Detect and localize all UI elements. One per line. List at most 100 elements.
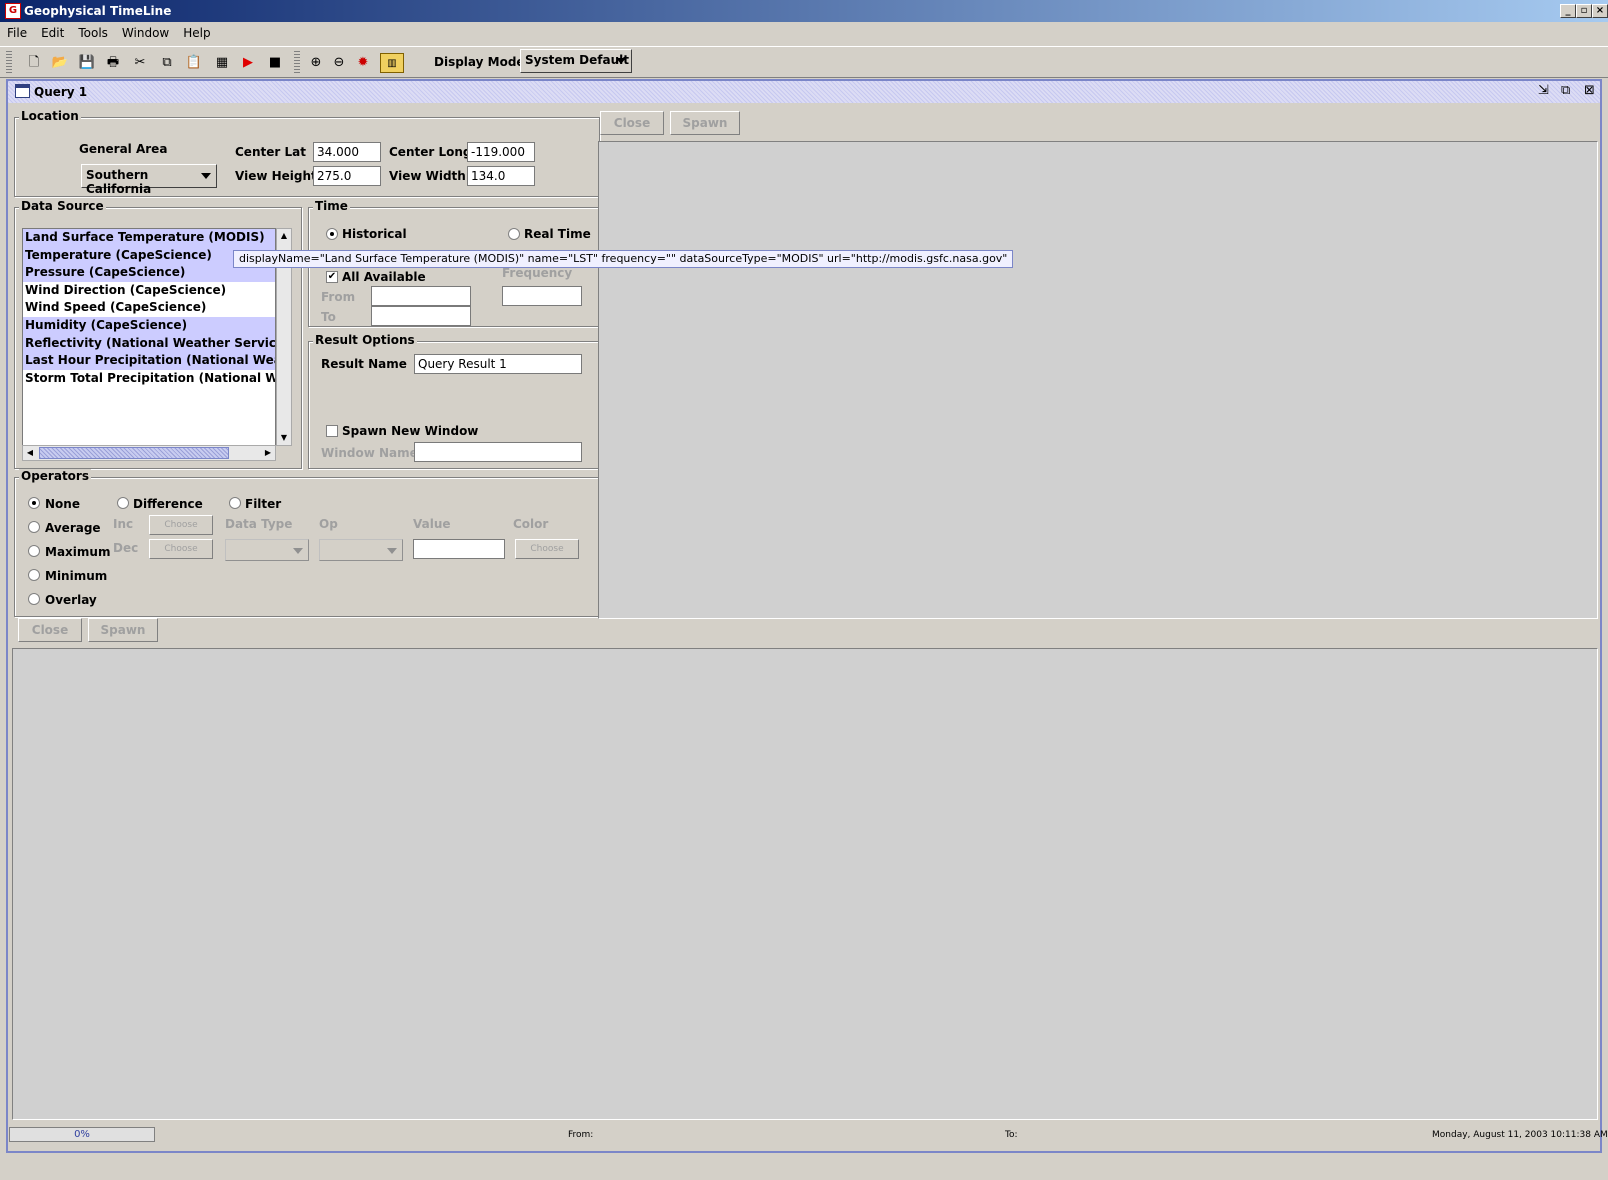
app-icon: G [5,3,21,19]
toolbar-grip-2[interactable] [294,51,300,75]
view-height-label: View Height [235,169,317,183]
zoom-out-icon[interactable]: ⊖ [329,53,349,73]
view-width-input[interactable]: 134.0 [467,166,535,186]
status-to-label: To: [1005,1130,1018,1140]
color-choose-button[interactable]: Choose [515,539,579,559]
location-legend: Location [19,109,81,123]
data-type-label: Data Type [225,517,293,531]
list-item[interactable]: Last Hour Precipitation (National Weathe… [23,352,275,370]
paste-icon[interactable]: 📋 [184,53,204,73]
table-icon[interactable]: ▦ [212,53,232,73]
average-radio[interactable] [28,521,40,533]
difference-radio[interactable] [117,497,129,509]
display-mode-value: System Default [525,53,629,67]
result-name-input[interactable]: Query Result 1 [414,354,582,374]
center-lat-input[interactable]: 34.000 [313,142,381,162]
menu-file[interactable]: File [0,24,34,40]
close-window-button[interactable]: × [1592,4,1608,18]
value-input[interactable] [413,539,505,559]
status-from-label: From: [568,1130,594,1140]
horizontal-scrollbar[interactable]: ◀ ▶ [22,445,276,461]
menu-help[interactable]: Help [176,24,217,40]
list-item[interactable]: Wind Direction (CapeScience) [23,282,275,300]
chevron-down-icon [201,173,211,179]
center-long-input[interactable]: -119.000 [467,142,535,162]
overlay-radio[interactable] [28,593,40,605]
menu-window[interactable]: Window [115,24,176,40]
open-icon[interactable]: 📂 [50,53,70,73]
all-available-checkbox[interactable]: ✔ [326,271,338,283]
stop-icon[interactable]: ■ [265,53,285,73]
list-item[interactable]: Reflectivity (National Weather Service) [23,334,275,353]
bottom-panel-close-button[interactable]: Close [18,618,82,642]
new-icon[interactable]: 🗋 [24,53,44,73]
close-frame-icon[interactable]: ⊠ [1584,84,1595,98]
op-select[interactable] [319,539,403,561]
scroll-left-icon[interactable]: ◀ [23,446,37,460]
general-area-value: Southern California [86,168,152,196]
list-item[interactable]: Wind Speed (CapeScience) [23,299,275,317]
minimize-button[interactable]: _ [1560,4,1576,18]
save-icon[interactable]: 💾 [77,53,97,73]
scroll-right-icon[interactable]: ▶ [261,446,275,460]
list-item[interactable]: Humidity (CapeScience) [23,316,275,335]
top-panel-spawn-button[interactable]: Spawn [670,111,740,135]
title-bar: G Geophysical TimeLine _ ▫ × [0,0,1608,22]
scroll-up-icon[interactable]: ▲ [277,229,291,243]
from-input[interactable] [371,286,471,306]
menu-tools[interactable]: Tools [71,24,115,40]
bottom-result-panel [12,648,1598,1120]
top-panel-close-button[interactable]: Close [600,111,664,135]
copy-icon[interactable]: ⧉ [157,53,177,73]
window-name-input[interactable] [414,442,582,462]
maximum-radio[interactable] [28,545,40,557]
maximize-frame-icon[interactable]: ⧉ [1561,84,1570,98]
chart-icon[interactable]: ▥ [380,53,404,73]
general-area-select[interactable]: Southern California [81,164,217,196]
zoom-in-icon[interactable]: ⊕ [306,53,326,73]
iconify-icon[interactable]: ⇲ [1538,84,1549,98]
dec-choose-button[interactable]: Choose [149,539,213,559]
horizontal-scroll-thumb[interactable] [39,447,229,459]
to-input[interactable] [371,306,471,326]
operators-group: Operators None Difference Filter Average… [14,469,600,617]
list-item[interactable]: Storm Total Precipitation (National Weat… [23,370,275,388]
bottom-panel-spawn-button[interactable]: Spawn [88,618,158,642]
maximize-button[interactable]: ▫ [1576,4,1592,18]
view-height-input[interactable]: 275.0 [313,166,381,186]
window-name-label: Window Name [321,446,418,460]
all-available-label: All Available [342,270,426,284]
query-frame-title-bar[interactable]: Query 1 ⇲ ⧉ ⊠ [8,81,1600,103]
toolbar: 🗋 📂 💾 🖶 ✂ ⧉ 📋 ▦ ▶ ■ ⊕ ⊖ ✹ ▥ Display Mode… [0,46,1608,78]
display-mode-select[interactable]: System Default [520,49,632,73]
frame-icon [15,84,30,98]
historical-radio[interactable] [326,228,338,240]
real-time-radio[interactable] [508,228,520,240]
filter-radio[interactable] [229,497,241,509]
list-item[interactable]: Land Surface Temperature (MODIS) [23,229,275,247]
none-radio[interactable] [28,497,40,509]
difference-label: Difference [133,497,203,511]
scroll-down-icon[interactable]: ▼ [277,431,291,445]
cut-icon[interactable]: ✂ [130,53,150,73]
inc-choose-button[interactable]: Choose [149,515,213,535]
to-label: To [321,310,336,324]
data-source-tooltip: displayName="Land Surface Temperature (M… [233,250,1014,268]
minimum-radio[interactable] [28,569,40,581]
color-label: Color [513,517,549,531]
print-icon[interactable]: 🖶 [103,53,123,73]
frequency-input[interactable] [502,286,582,306]
query-frame: Query 1 ⇲ ⧉ ⊠ Location General Area Sout… [6,79,1602,1153]
app-title: Geophysical TimeLine [24,4,172,18]
settings-icon[interactable]: ✹ [353,53,373,73]
minimum-label: Minimum [45,569,108,583]
op-label: Op [319,517,338,531]
spawn-new-window-checkbox[interactable] [326,425,338,437]
data-source-legend: Data Source [19,199,106,213]
data-type-select[interactable] [225,539,309,561]
toolbar-grip[interactable] [6,51,12,75]
menu-edit[interactable]: Edit [34,24,71,40]
center-long-label: Center Long [389,145,472,159]
display-mode-label: Display Mode [434,55,525,69]
play-icon[interactable]: ▶ [238,53,258,73]
